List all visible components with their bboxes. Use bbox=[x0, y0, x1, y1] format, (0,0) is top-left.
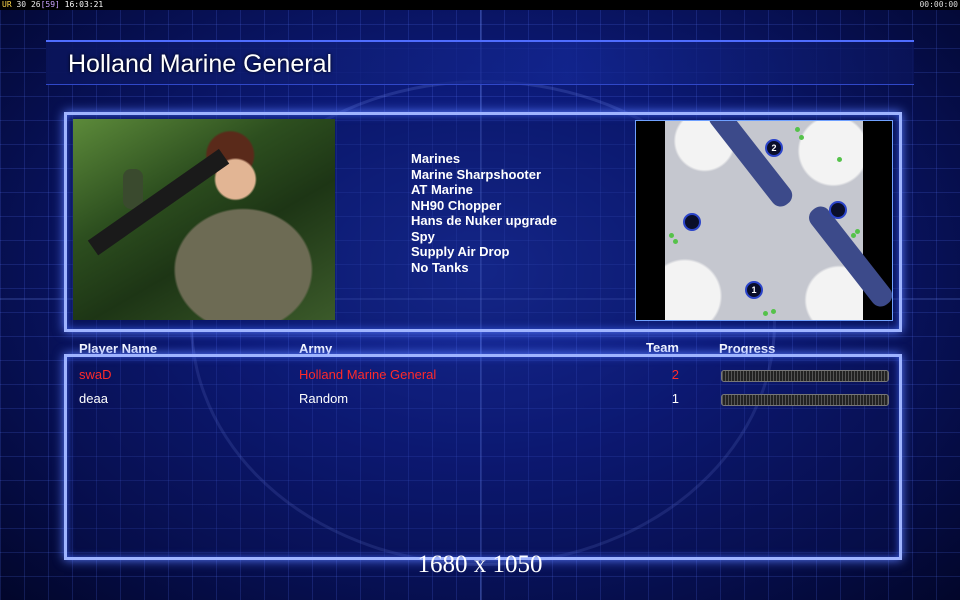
minimap-tree bbox=[795, 127, 800, 132]
unit-item: Hans de Nuker upgrade bbox=[411, 213, 557, 228]
player-row: deaa Random 1 bbox=[67, 391, 899, 409]
header-banner: Holland Marine General bbox=[46, 40, 914, 85]
minimap-tree bbox=[855, 229, 860, 234]
portrait-rifle bbox=[87, 148, 230, 256]
status-clock: 16:03:21 bbox=[64, 0, 104, 9]
minimap-start-position: 2 bbox=[765, 139, 783, 157]
unit-list: Marines Marine Sharpshooter AT Marine NH… bbox=[411, 151, 557, 275]
minimap: 2 1 bbox=[635, 120, 893, 321]
minimap-tree bbox=[771, 309, 776, 314]
status-n3: [59] bbox=[40, 0, 60, 9]
minimap-terrain: 2 1 bbox=[665, 121, 892, 320]
minimap-start-position bbox=[829, 201, 847, 219]
unit-item: Marines bbox=[411, 151, 461, 166]
player-team: 1 bbox=[671, 391, 679, 406]
status-n2: 26 bbox=[30, 0, 41, 9]
status-n1: 30 bbox=[16, 0, 27, 9]
column-header-team: Team bbox=[646, 340, 679, 355]
page-title: Holland Marine General bbox=[68, 50, 333, 78]
status-bar: UR 30 26[59] 16:03:21 00:00:00 bbox=[0, 0, 960, 10]
minimap-tree bbox=[669, 233, 674, 238]
resolution-label: 1680 x 1050 bbox=[417, 551, 543, 578]
unit-item: Marine Sharpshooter bbox=[411, 166, 542, 182]
player-list-panel: swaD Holland Marine General 2 deaa Rando… bbox=[64, 354, 902, 560]
minimap-tree bbox=[673, 239, 678, 244]
player-name: deaa bbox=[79, 391, 108, 406]
unit-item: AT Marine bbox=[411, 182, 473, 197]
minimap-river bbox=[805, 202, 892, 311]
army-info-panel: Marines Marine Sharpshooter AT Marine NH… bbox=[64, 112, 902, 332]
minimap-start-position bbox=[683, 213, 701, 231]
player-progress-bar bbox=[721, 370, 889, 382]
player-progress-bar bbox=[721, 394, 889, 406]
minimap-tree bbox=[763, 311, 768, 316]
player-name: swaD bbox=[79, 367, 112, 382]
player-army: Random bbox=[299, 391, 349, 406]
status-ur: UR bbox=[2, 0, 12, 9]
minimap-river bbox=[705, 121, 797, 211]
minimap-tree bbox=[851, 233, 856, 238]
minimap-start-position: 1 bbox=[745, 281, 763, 299]
unit-item: Spy bbox=[411, 228, 435, 244]
minimap-tree bbox=[837, 157, 842, 162]
player-team: 2 bbox=[671, 367, 679, 382]
status-timer: 00:00:00 bbox=[919, 0, 958, 9]
unit-item: Supply Air Drop bbox=[411, 244, 510, 259]
status-left: UR 30 26[59] 16:03:21 bbox=[2, 0, 103, 10]
general-portrait bbox=[73, 119, 335, 320]
unit-item: No Tanks bbox=[411, 259, 469, 275]
player-row: swaD Holland Marine General 2 bbox=[67, 367, 899, 385]
player-army: Holland Marine General bbox=[299, 367, 437, 382]
minimap-tree bbox=[799, 135, 804, 140]
unit-item: NH90 Chopper bbox=[411, 197, 502, 213]
